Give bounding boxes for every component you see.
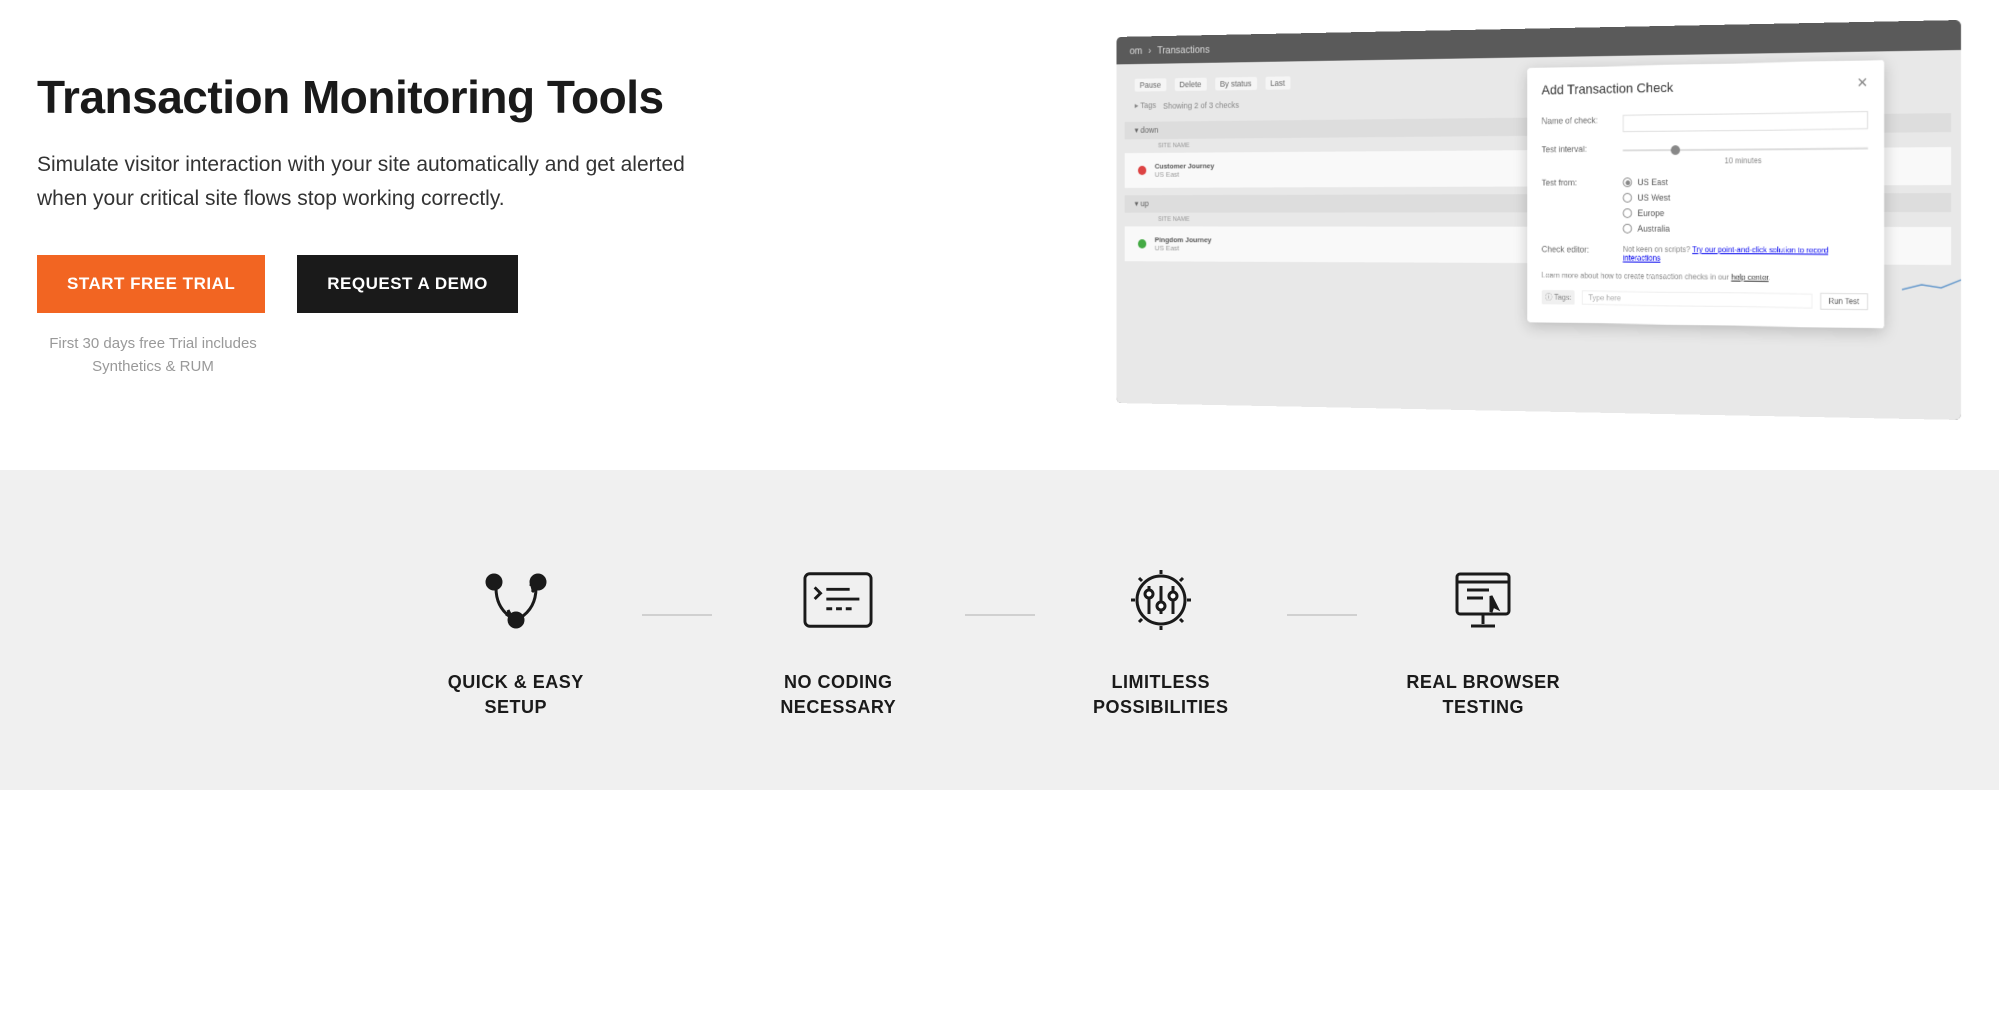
check-name: Pingdom Journey <box>1155 236 1212 244</box>
cta-row: START FREE TRIAL REQUEST A DEMO <box>37 255 969 313</box>
monitor-icon <box>1448 570 1518 630</box>
feature-label: QUICK & EASYSETUP <box>448 670 584 720</box>
radio-icon <box>1623 208 1632 218</box>
feature-browser-testing: REAL BROWSERTESTING <box>1367 570 1600 720</box>
modal-title: Add Transaction Check <box>1542 79 1674 97</box>
label-interval: Test interval: <box>1542 144 1623 167</box>
run-test-button[interactable]: Run Test <box>1820 293 1869 311</box>
feature-quick-setup: QUICK & EASYSETUP <box>400 570 633 720</box>
label-name: Name of check: <box>1542 115 1623 133</box>
label-from: Test from: <box>1542 178 1623 234</box>
hero-section: Transaction Monitoring Tools Simulate vi… <box>0 0 1999 470</box>
check-name-input[interactable] <box>1623 111 1868 132</box>
check-info: Customer Journey US East <box>1155 162 1215 179</box>
status-dot-up <box>1138 239 1146 248</box>
request-demo-button[interactable]: REQUEST A DEMO <box>297 255 518 313</box>
modal-row-from: Test from: US East US West Europe Austra… <box>1528 170 1885 240</box>
hero-screenshot-container: om › Transactions Pause Delete By status… <box>1029 20 1961 420</box>
feature-limitless: LIMITLESSPOSSIBILITIES <box>1045 570 1278 720</box>
radio-europe[interactable]: Europe <box>1623 208 1868 218</box>
filter-last[interactable]: Last <box>1265 76 1290 89</box>
feature-separator <box>642 614 712 616</box>
check-info: Pingdom Journey US East <box>1155 236 1212 253</box>
trial-note: First 30 days free Trial includes Synthe… <box>37 333 269 378</box>
interval-slider[interactable] <box>1623 147 1868 151</box>
gear-sliders-icon <box>1126 570 1196 630</box>
showing-count: Showing 2 of 3 checks <box>1163 100 1239 110</box>
breadcrumb-separator: › <box>1148 45 1151 56</box>
radio-icon <box>1623 178 1632 188</box>
close-icon[interactable]: ✕ <box>1857 74 1869 91</box>
slider-thumb[interactable] <box>1671 145 1680 155</box>
help-center-link[interactable]: help center <box>1731 273 1768 282</box>
modal-footer: ⓘ Tags: Type here Run Test <box>1528 283 1885 316</box>
feature-label: LIMITLESSPOSSIBILITIES <box>1093 670 1229 720</box>
radio-icon <box>1623 224 1632 234</box>
feature-label: REAL BROWSERTESTING <box>1406 670 1560 720</box>
app-screenshot: om › Transactions Pause Delete By status… <box>1117 20 1962 420</box>
page-title: Transaction Monitoring Tools <box>37 70 969 124</box>
radio-us-west[interactable]: US West <box>1623 192 1868 202</box>
features-section: QUICK & EASYSETUP NO CODINGNECESSARY <box>0 470 1999 790</box>
radio-australia[interactable]: Australia <box>1623 224 1868 234</box>
check-region: US East <box>1155 170 1215 179</box>
radio-us-east[interactable]: US East <box>1623 176 1868 187</box>
label-editor: Check editor: <box>1542 244 1623 262</box>
editor-hint: Not keen on scripts? Try our point-and-c… <box>1623 245 1868 264</box>
filter-delete[interactable]: Delete <box>1175 78 1207 91</box>
feature-no-coding: NO CODINGNECESSARY <box>722 570 955 720</box>
filter-by-status[interactable]: By status <box>1215 77 1257 91</box>
status-dot-down <box>1138 166 1146 175</box>
tags-label: ▸ Tags <box>1135 101 1157 111</box>
radio-icon <box>1623 193 1632 203</box>
modal-header: Add Transaction Check ✕ <box>1528 60 1885 111</box>
tags-input[interactable]: Type here <box>1582 291 1812 309</box>
feature-label: NO CODINGNECESSARY <box>780 670 896 720</box>
feature-separator <box>965 614 1035 616</box>
sparkline-chart <box>1902 270 1961 301</box>
branch-icon <box>481 570 551 630</box>
modal-row-editor: Check editor: Not keen on scripts? Try o… <box>1528 239 1885 271</box>
hero-content: Transaction Monitoring Tools Simulate vi… <box>37 20 969 378</box>
breadcrumb-prefix: om <box>1130 46 1143 57</box>
add-transaction-modal: Add Transaction Check ✕ Name of check: T… <box>1528 60 1885 329</box>
check-region: US East <box>1155 244 1212 252</box>
features-row: QUICK & EASYSETUP NO CODINGNECESSARY <box>400 570 1600 720</box>
modal-row-name: Name of check: <box>1528 105 1885 139</box>
tags-badge: ⓘ Tags: <box>1542 290 1575 305</box>
feature-separator <box>1287 614 1357 616</box>
check-name: Customer Journey <box>1155 162 1215 171</box>
page-description: Simulate visitor interaction with your s… <box>37 148 687 215</box>
breadcrumb-current: Transactions <box>1157 44 1210 56</box>
region-radio-list: US East US West Europe Australia <box>1623 176 1868 234</box>
interval-value: 10 minutes <box>1623 155 1868 166</box>
start-free-trial-button[interactable]: START FREE TRIAL <box>37 255 265 313</box>
filter-pause[interactable]: Pause <box>1135 78 1166 91</box>
modal-row-interval: Test interval: 10 minutes <box>1528 135 1885 172</box>
terminal-icon <box>803 570 873 630</box>
